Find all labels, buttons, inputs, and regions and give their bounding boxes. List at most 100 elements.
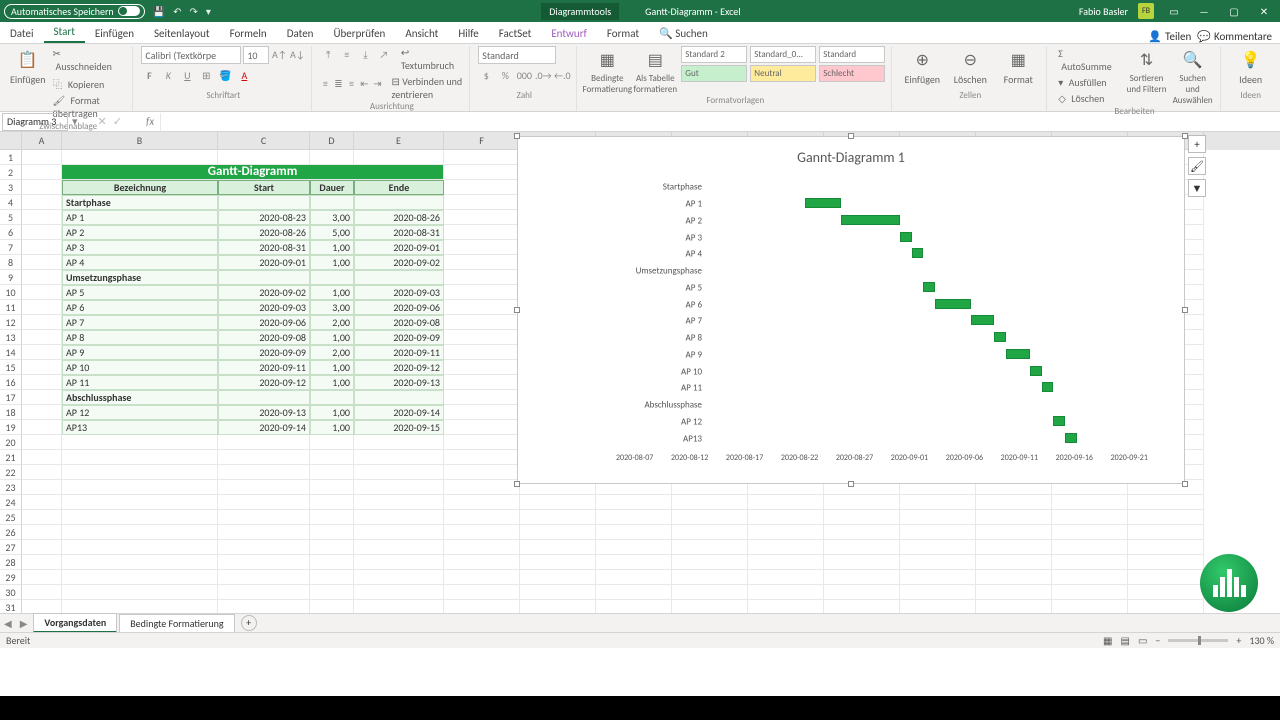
table-cell[interactable] bbox=[354, 195, 444, 210]
decrease-font-icon[interactable]: A↓ bbox=[289, 46, 305, 62]
table-cell[interactable]: AP 9 bbox=[62, 345, 218, 360]
table-cell[interactable]: Startphase bbox=[62, 195, 218, 210]
table-cell[interactable] bbox=[310, 195, 354, 210]
fill-button[interactable]: ▾ Ausfüllen bbox=[1055, 75, 1121, 90]
save-icon[interactable]: 💾 bbox=[153, 5, 165, 18]
row-header[interactable]: 5 bbox=[0, 210, 22, 225]
align-center-icon[interactable]: ≣ bbox=[333, 75, 343, 91]
table-cell[interactable]: 2020-09-13 bbox=[218, 405, 310, 420]
row-header[interactable]: 7 bbox=[0, 240, 22, 255]
row-header[interactable]: 21 bbox=[0, 450, 22, 465]
thousand-icon[interactable]: 000 bbox=[516, 67, 532, 83]
table-cell[interactable]: 1,00 bbox=[310, 330, 354, 345]
copy-button[interactable]: ⿻ Kopieren bbox=[50, 75, 127, 92]
chart-bar[interactable] bbox=[1042, 382, 1054, 392]
chart-bar[interactable] bbox=[805, 198, 840, 208]
column-header[interactable]: C bbox=[218, 132, 310, 150]
table-cell[interactable] bbox=[354, 390, 444, 405]
select-all-corner[interactable] bbox=[0, 132, 22, 150]
zoom-in-icon[interactable]: + bbox=[1236, 634, 1241, 647]
number-format-combo[interactable]: Standard bbox=[478, 46, 556, 64]
merge-button[interactable]: ⊟ Verbinden und zentrieren bbox=[392, 75, 464, 101]
row-header[interactable]: 2 bbox=[0, 165, 22, 180]
table-cell[interactable]: 2020-09-14 bbox=[354, 405, 444, 420]
redo-icon[interactable]: ↷ bbox=[190, 5, 198, 18]
row-header[interactable]: 14 bbox=[0, 345, 22, 360]
row-header[interactable]: 24 bbox=[0, 495, 22, 510]
row-header[interactable]: 17 bbox=[0, 390, 22, 405]
row-header[interactable]: 12 bbox=[0, 315, 22, 330]
chart-bar[interactable] bbox=[923, 282, 935, 292]
table-cell[interactable]: 1,00 bbox=[310, 405, 354, 420]
align-right-icon[interactable]: ≡ bbox=[346, 75, 356, 91]
avatar[interactable]: FB bbox=[1138, 3, 1154, 19]
view-normal-icon[interactable]: ▦ bbox=[1103, 634, 1112, 647]
tab-factset[interactable]: FactSet bbox=[489, 24, 542, 43]
chart-bar[interactable] bbox=[1053, 416, 1065, 426]
tab-hilfe[interactable]: Hilfe bbox=[448, 24, 488, 43]
table-cell[interactable]: 2020-09-02 bbox=[218, 285, 310, 300]
tab-format[interactable]: Format bbox=[597, 24, 649, 43]
table-cell[interactable]: 2020-09-09 bbox=[218, 345, 310, 360]
table-cell[interactable]: 2020-09-03 bbox=[354, 285, 444, 300]
row-header[interactable]: 27 bbox=[0, 540, 22, 555]
autosave-toggle[interactable]: Automatisches Speichern bbox=[4, 4, 145, 19]
row-header[interactable]: 6 bbox=[0, 225, 22, 240]
fx-icon[interactable]: fx bbox=[146, 115, 154, 128]
cell-style[interactable]: Neutral bbox=[750, 65, 816, 82]
cell-style[interactable]: Standard bbox=[819, 46, 885, 63]
align-bottom-icon[interactable]: ⤓ bbox=[358, 46, 374, 62]
row-header[interactable]: 22 bbox=[0, 465, 22, 480]
font-name-combo[interactable]: Calibri (Textkörpe bbox=[141, 46, 241, 64]
chart-bar[interactable] bbox=[1006, 349, 1030, 359]
chart-bar[interactable] bbox=[994, 332, 1006, 342]
table-cell[interactable]: AP 7 bbox=[62, 315, 218, 330]
table-cell[interactable]: AP13 bbox=[62, 420, 218, 435]
zoom-level[interactable]: 130 % bbox=[1249, 634, 1274, 647]
table-cell[interactable]: Umsetzungsphase bbox=[62, 270, 218, 285]
underline-button[interactable]: U bbox=[179, 67, 195, 83]
close-icon[interactable]: ✕ bbox=[1254, 5, 1274, 18]
insert-cells-button[interactable]: ⊕Einfügen bbox=[900, 46, 944, 86]
table-cell[interactable]: 2020-08-26 bbox=[354, 210, 444, 225]
row-header[interactable]: 18 bbox=[0, 405, 22, 420]
table-cell[interactable]: 2020-08-23 bbox=[218, 210, 310, 225]
table-cell[interactable]: 1,00 bbox=[310, 375, 354, 390]
table-cell[interactable] bbox=[218, 270, 310, 285]
clear-button[interactable]: ◇ Löschen bbox=[1055, 91, 1121, 106]
row-header[interactable]: 30 bbox=[0, 585, 22, 600]
row-header[interactable]: 28 bbox=[0, 555, 22, 570]
tab-daten[interactable]: Daten bbox=[277, 24, 324, 43]
sheet-nav-prev-icon[interactable]: ◀ bbox=[0, 617, 16, 630]
format-as-table-button[interactable]: ▤Als Tabelle formatieren bbox=[633, 46, 677, 95]
zoom-out-icon[interactable]: − bbox=[1155, 634, 1160, 647]
table-cell[interactable]: 2,00 bbox=[310, 315, 354, 330]
ideas-button[interactable]: 💡Ideen bbox=[1229, 46, 1273, 86]
row-header[interactable]: 19 bbox=[0, 420, 22, 435]
chart-bar[interactable] bbox=[900, 232, 912, 242]
increase-font-icon[interactable]: A↑ bbox=[271, 46, 287, 62]
table-cell[interactable]: 2020-09-11 bbox=[218, 360, 310, 375]
toggle-switch[interactable] bbox=[118, 6, 140, 16]
sheet-nav-next-icon[interactable]: ▶ bbox=[16, 617, 32, 630]
row-header[interactable]: 9 bbox=[0, 270, 22, 285]
table-cell[interactable]: 2020-09-02 bbox=[354, 255, 444, 270]
column-header[interactable]: F bbox=[444, 132, 520, 150]
row-header[interactable]: 13 bbox=[0, 330, 22, 345]
table-cell[interactable]: 2020-08-31 bbox=[218, 240, 310, 255]
share-button[interactable]: 👤 Teilen bbox=[1148, 30, 1191, 43]
table-cell[interactable]: 2020-09-08 bbox=[354, 315, 444, 330]
chart-bar[interactable] bbox=[841, 215, 900, 225]
delete-cells-button[interactable]: ⊖Löschen bbox=[948, 46, 992, 86]
user-name[interactable]: Fabio Basler bbox=[1079, 5, 1128, 18]
table-cell[interactable]: 2020-09-09 bbox=[354, 330, 444, 345]
row-header[interactable]: 1 bbox=[0, 150, 22, 165]
align-left-icon[interactable]: ≡ bbox=[320, 75, 330, 91]
fill-color-button[interactable]: 🪣 bbox=[217, 67, 233, 83]
indent-inc-icon[interactable]: ⇥ bbox=[372, 75, 382, 91]
row-header[interactable]: 16 bbox=[0, 375, 22, 390]
cell-style[interactable]: Standard_0... bbox=[750, 46, 816, 63]
autosum-button[interactable]: Σ AutoSumme bbox=[1055, 46, 1121, 74]
row-header[interactable]: 26 bbox=[0, 525, 22, 540]
chart-elements-icon[interactable]: + bbox=[1188, 135, 1206, 153]
